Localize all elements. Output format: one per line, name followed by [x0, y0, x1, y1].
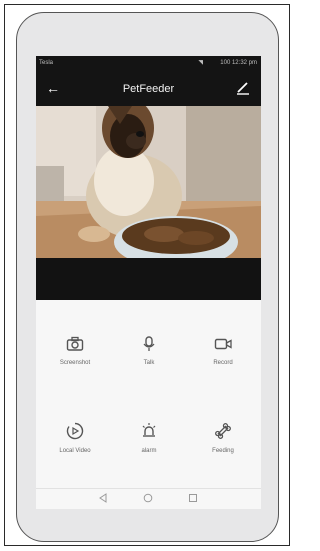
screenshot-label: Screenshot — [59, 360, 91, 366]
alarm-button[interactable]: alarm — [113, 422, 185, 482]
app-header: ← PetFeeder — [36, 72, 261, 106]
android-nav-bar — [36, 488, 261, 509]
page-title: PetFeeder — [122, 83, 175, 95]
local-video-label: Local Video — [59, 448, 91, 454]
screenshot-button[interactable]: Screenshot — [39, 336, 111, 396]
bone-icon — [215, 423, 231, 439]
alarm-light-icon — [142, 423, 156, 437]
play-circle-icon — [66, 422, 84, 440]
status-time: 100 12:32 pm — [220, 60, 257, 66]
signal-icon: ◥ — [198, 60, 203, 66]
feeding-button[interactable]: Feeding — [187, 422, 259, 482]
alarm-label: alarm — [141, 448, 157, 454]
microphone-icon — [143, 336, 155, 351]
carrier-label: Tesla — [39, 60, 54, 66]
camera-feed[interactable] — [36, 106, 261, 258]
video-record-icon — [214, 338, 232, 350]
controls-panel: Screenshot Talk Record Local Video alarm… — [36, 300, 261, 488]
recents-square-icon[interactable] — [188, 493, 198, 503]
record-label: Record — [213, 360, 233, 366]
home-circle-icon[interactable] — [143, 493, 153, 503]
talk-button[interactable]: Talk — [113, 336, 185, 396]
back-triangle-icon[interactable] — [98, 493, 108, 503]
feeding-label: Feeding — [212, 448, 234, 454]
phone-screen: Tesla ◥ 100 12:32 pm ← PetFeeder Screens… — [36, 56, 261, 509]
camera-feed-image — [36, 106, 261, 258]
camera-icon — [66, 336, 84, 351]
pencil-icon[interactable] — [233, 78, 253, 98]
status-bar: Tesla ◥ 100 12:32 pm — [36, 56, 261, 72]
video-letterbox — [36, 258, 261, 300]
local-video-button[interactable]: Local Video — [39, 422, 111, 482]
record-button[interactable]: Record — [187, 336, 259, 396]
talk-label: Talk — [143, 360, 155, 366]
